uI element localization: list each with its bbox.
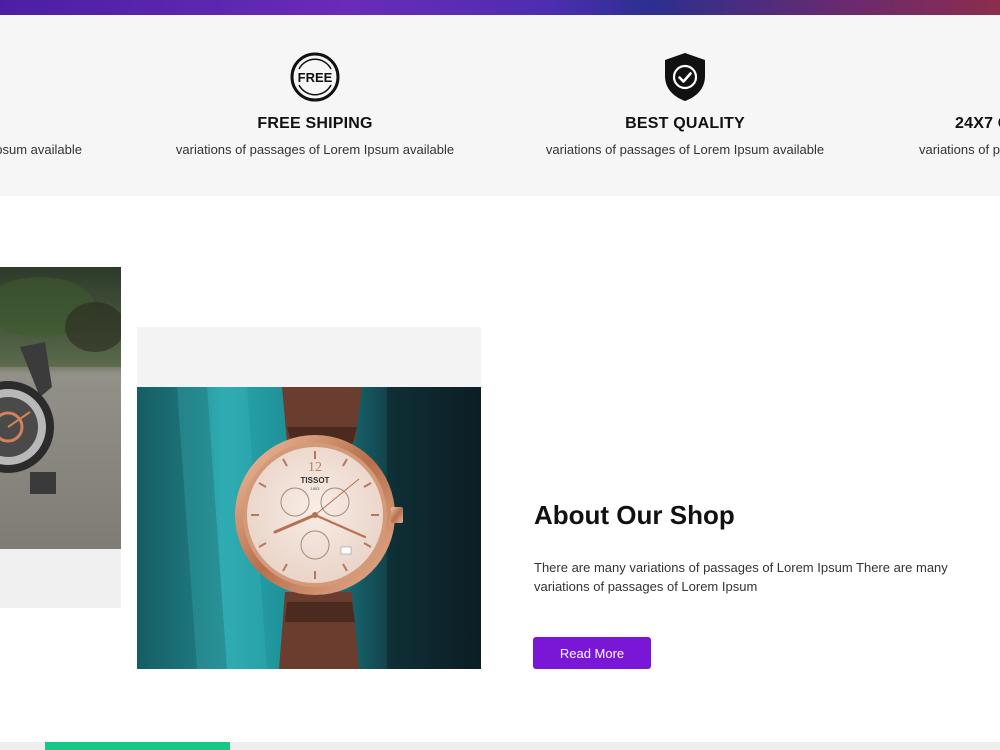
watch-photo-left xyxy=(0,267,121,549)
feature-title: BEST QUALITY xyxy=(625,115,745,132)
read-more-button[interactable]: Read More xyxy=(533,637,651,669)
gallery-card-backdrop xyxy=(137,327,481,387)
feature-desc: variations of passages of Lorem Ipsum av… xyxy=(175,142,455,157)
feature-desc: variations of p xyxy=(919,142,1000,157)
feature-desc: psum available xyxy=(0,142,82,157)
free-badge-icon: FREE xyxy=(290,52,340,102)
feature-title: FREE SHIPING xyxy=(257,115,373,132)
feature-item-free-shipping: FREE FREE SHIPING variations of passages… xyxy=(165,15,465,196)
feature-desc: variations of passages of Lorem Ipsum av… xyxy=(545,142,825,157)
about-title: About Our Shop xyxy=(534,500,735,530)
about-text: There are many variations of passages of… xyxy=(534,560,948,594)
free-badge-text: FREE xyxy=(298,70,333,85)
watch-photo-main: 12 TISSOT 1853 xyxy=(137,387,481,669)
watch-numeral: 12 xyxy=(308,460,322,475)
feature-item-partial-left: psum available xyxy=(0,15,82,196)
gallery-image-left xyxy=(0,267,121,608)
feature-item-partial-right: 24X7 C variations of p xyxy=(905,15,1000,196)
shield-check-icon xyxy=(665,53,705,101)
watch-brand: TISSOT xyxy=(301,476,330,485)
top-banner-strip xyxy=(0,0,1000,15)
watch-year: 1853 xyxy=(311,486,321,491)
features-strip: psum available FREE FREE SHIPING variati… xyxy=(0,15,1000,196)
feature-item-best-quality: BEST QUALITY variations of passages of L… xyxy=(535,15,835,196)
gallery-image-main: 12 TISSOT 1853 xyxy=(137,387,481,669)
feature-title: 24X7 C xyxy=(955,115,1000,132)
bottom-progress-indicator xyxy=(45,742,230,750)
